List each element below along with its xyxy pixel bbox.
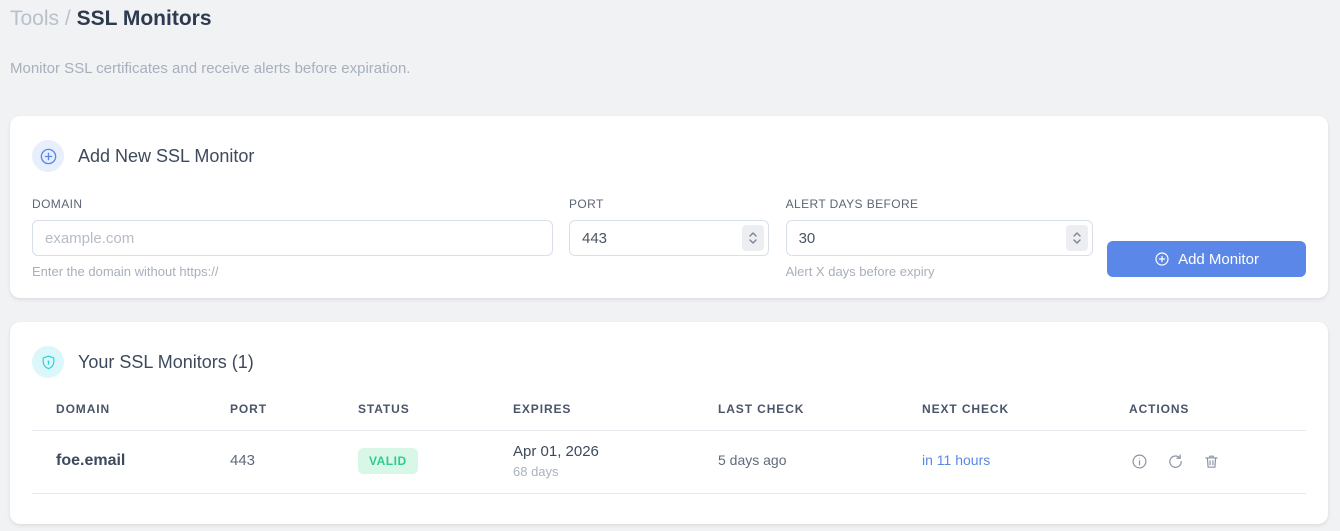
ssl-monitors-page: Tools / SSL Monitors Monitor SSL certifi…: [0, 0, 1340, 531]
add-monitor-form: DOMAIN Enter the domain without https://…: [32, 197, 1306, 279]
monitor-next-check: in 11 hours: [922, 452, 991, 468]
monitors-table: DOMAIN PORT STATUS EXPIRES LAST CHECK NE…: [32, 402, 1306, 494]
alert-days-input[interactable]: [785, 220, 1093, 256]
monitor-domain: foe.email: [56, 452, 126, 469]
monitor-expires-in: 68 days: [513, 464, 559, 479]
column-header-port: PORT: [230, 402, 358, 431]
monitors-card: Your SSL Monitors (1) DOMAIN PORT STATUS…: [10, 322, 1328, 524]
alert-days-label: ALERT DAYS BEFORE: [785, 197, 919, 211]
table-row: foe.email 443 VALID Apr 01, 2026 68 days…: [32, 430, 1306, 494]
add-monitor-button-label: Add Monitor: [1178, 250, 1259, 268]
column-header-last-check: LAST CHECK: [718, 402, 922, 431]
column-header-domain: DOMAIN: [32, 402, 230, 431]
domain-label: DOMAIN: [32, 197, 83, 211]
column-header-expires: EXPIRES: [513, 402, 718, 431]
trash-icon[interactable]: [1201, 451, 1222, 472]
domain-input[interactable]: [32, 220, 553, 256]
monitor-last-check: 5 days ago: [718, 452, 787, 468]
column-header-actions: ACTIONS: [1129, 402, 1306, 431]
breadcrumb-separator: /: [64, 7, 71, 30]
column-header-status: STATUS: [358, 402, 513, 431]
row-actions: [1129, 451, 1306, 472]
table-header-row: DOMAIN PORT STATUS EXPIRES LAST CHECK NE…: [32, 402, 1306, 431]
submit-area: Add Monitor: [1107, 241, 1306, 277]
page-title: SSL Monitors: [76, 7, 212, 30]
page-subtitle: Monitor SSL certificates and receive ale…: [10, 60, 411, 77]
add-monitor-button[interactable]: Add Monitor: [1107, 241, 1306, 277]
domain-field-group: DOMAIN Enter the domain without https://: [32, 197, 553, 279]
breadcrumb-section[interactable]: Tools: [10, 7, 59, 30]
column-header-next-check: NEXT CHECK: [922, 402, 1129, 431]
add-monitor-header: Add New SSL Monitor: [32, 140, 1306, 172]
port-stepper[interactable]: [741, 225, 764, 251]
monitor-expires-date: Apr 01, 2026: [513, 443, 599, 460]
add-monitor-card: Add New SSL Monitor DOMAIN Enter the dom…: [10, 116, 1328, 298]
alert-days-field-group: ALERT DAYS BEFORE Alert X days before ex…: [785, 197, 1093, 279]
plus-circle-icon: [32, 140, 64, 172]
shield-icon: [32, 346, 64, 378]
port-field-group: PORT: [568, 197, 769, 256]
domain-helper: Enter the domain without https://: [32, 264, 219, 279]
port-label: PORT: [568, 197, 604, 211]
monitors-title: Your SSL Monitors (1): [78, 351, 254, 372]
monitors-header: Your SSL Monitors (1): [32, 346, 1306, 378]
info-icon[interactable]: [1129, 451, 1150, 472]
plus-circle-icon: [1155, 252, 1169, 266]
alert-days-stepper[interactable]: [1066, 225, 1088, 251]
port-input[interactable]: [568, 220, 769, 256]
breadcrumb: Tools / SSL Monitors: [10, 6, 1328, 32]
add-monitor-title: Add New SSL Monitor: [78, 145, 255, 166]
monitor-port: 443: [230, 452, 256, 469]
alert-days-helper: Alert X days before expiry: [785, 264, 935, 279]
refresh-icon[interactable]: [1165, 451, 1186, 472]
status-badge: VALID: [358, 448, 418, 474]
